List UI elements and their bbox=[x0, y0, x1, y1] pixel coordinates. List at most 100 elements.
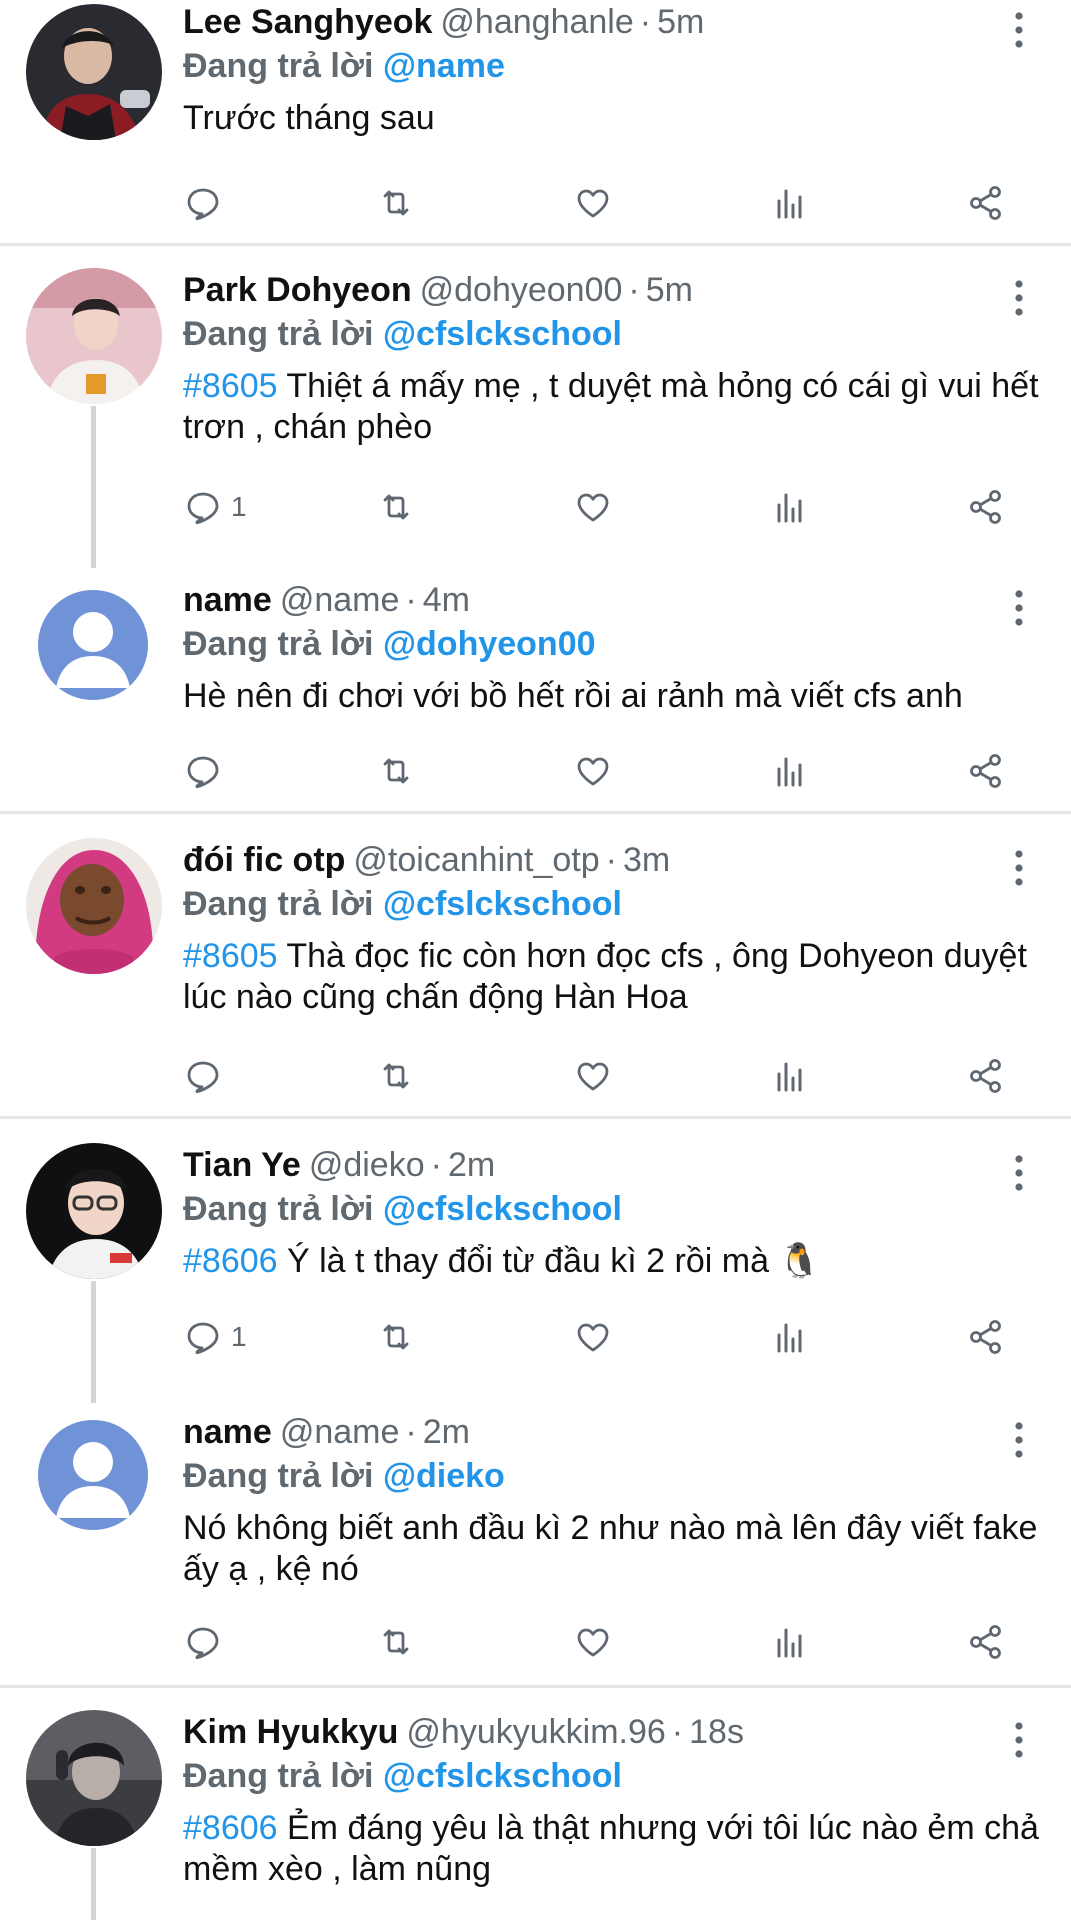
share-button[interactable] bbox=[966, 482, 1006, 532]
avatar[interactable] bbox=[26, 1143, 162, 1279]
reply-icon bbox=[183, 1622, 223, 1662]
like-button[interactable] bbox=[573, 1312, 613, 1362]
avatar[interactable] bbox=[26, 268, 162, 404]
user-handle[interactable]: @dieko bbox=[309, 1146, 425, 1184]
like-icon bbox=[573, 487, 613, 527]
share-icon bbox=[966, 1317, 1006, 1357]
hashtag-link[interactable]: #8606 bbox=[183, 1809, 278, 1847]
tweet[interactable]: name @name · 2m Đang trả lời @dieko Nó khôn… bbox=[0, 1410, 1071, 1685]
avatar[interactable] bbox=[38, 1420, 148, 1530]
reply-button[interactable] bbox=[183, 178, 231, 228]
stats-button[interactable] bbox=[769, 1051, 809, 1101]
user-handle[interactable]: @hanghanle bbox=[440, 3, 633, 41]
reply-button[interactable] bbox=[183, 1617, 231, 1667]
stats-icon bbox=[769, 751, 809, 791]
reply-icon bbox=[183, 751, 223, 791]
share-button[interactable] bbox=[966, 1312, 1006, 1362]
tweet[interactable]: đói fic otp @toicanhint_otp · 3m Đang trả l… bbox=[0, 838, 1071, 1116]
timestamp[interactable]: 5m bbox=[646, 271, 693, 309]
mention-link[interactable]: @cfslckschool bbox=[383, 885, 622, 923]
avatar[interactable] bbox=[26, 4, 162, 140]
avatar[interactable] bbox=[26, 838, 162, 974]
replying-to-label: Đang trả lời bbox=[183, 1757, 374, 1795]
share-icon bbox=[966, 1056, 1006, 1096]
display-name[interactable]: name bbox=[183, 581, 272, 619]
mention-link[interactable]: @cfslckschool bbox=[383, 1757, 622, 1795]
mention-link[interactable]: @dohyeon00 bbox=[383, 625, 596, 663]
share-button[interactable] bbox=[966, 178, 1006, 228]
stats-button[interactable] bbox=[769, 746, 809, 796]
share-button[interactable] bbox=[966, 1051, 1006, 1101]
like-button[interactable] bbox=[573, 746, 613, 796]
more-options-icon[interactable] bbox=[1011, 588, 1027, 628]
reply-button[interactable]: 1 bbox=[183, 1312, 247, 1362]
hashtag-link[interactable]: #8606 bbox=[183, 1242, 278, 1280]
tweet-actions bbox=[183, 178, 1047, 228]
reply-button[interactable]: 1 bbox=[183, 482, 247, 532]
retweet-button[interactable] bbox=[376, 1617, 416, 1667]
tweet[interactable]: name @name · 4m Đang trả lời @dohyeon00 Hè … bbox=[0, 578, 1071, 811]
like-button[interactable] bbox=[573, 1617, 613, 1667]
tweet[interactable]: Park Dohyeon @dohyeon00 · 5m Đang trả lời @… bbox=[0, 268, 1071, 568]
timestamp[interactable]: 18s bbox=[689, 1713, 744, 1751]
tweet[interactable]: Kim Hyukkyu @hyukyukkim.96 · 18s Đang trả l… bbox=[0, 1710, 1071, 1920]
timestamp[interactable]: 2m bbox=[448, 1146, 495, 1184]
retweet-button[interactable] bbox=[376, 178, 416, 228]
mention-link[interactable]: @dieko bbox=[383, 1457, 505, 1495]
more-options-icon[interactable] bbox=[1011, 1420, 1027, 1460]
avatar[interactable] bbox=[38, 590, 148, 700]
timestamp[interactable]: 3m bbox=[623, 841, 670, 879]
retweet-button[interactable] bbox=[376, 746, 416, 796]
tweet[interactable]: Tian Ye @dieko · 2m Đang trả lời @cfslcksch… bbox=[0, 1143, 1071, 1403]
replying-to-label: Đang trả lời bbox=[183, 47, 374, 85]
timestamp[interactable]: 5m bbox=[657, 3, 704, 41]
user-handle[interactable]: @name bbox=[280, 581, 400, 619]
more-options-icon[interactable] bbox=[1011, 278, 1027, 318]
more-options-icon[interactable] bbox=[1011, 1720, 1027, 1760]
display-name[interactable]: Lee Sanghyeok bbox=[183, 3, 432, 41]
display-name[interactable]: Park Dohyeon bbox=[183, 271, 412, 309]
user-handle[interactable]: @toicanhint_otp bbox=[353, 841, 599, 879]
hashtag-link[interactable]: #8605 bbox=[183, 937, 278, 975]
mention-link[interactable]: @cfslckschool bbox=[383, 315, 622, 353]
avatar[interactable] bbox=[26, 1710, 162, 1846]
more-options-icon[interactable] bbox=[1011, 10, 1027, 50]
retweet-button[interactable] bbox=[376, 1051, 416, 1101]
share-button[interactable] bbox=[966, 1617, 1006, 1667]
mention-link[interactable]: @cfslckschool bbox=[383, 1190, 622, 1228]
user-handle[interactable]: @dohyeon00 bbox=[420, 271, 623, 309]
like-button[interactable] bbox=[573, 1051, 613, 1101]
stats-button[interactable] bbox=[769, 1312, 809, 1362]
separator-dot: · bbox=[671, 1713, 684, 1751]
share-icon bbox=[966, 751, 1006, 791]
reply-icon bbox=[183, 183, 223, 223]
thread-line bbox=[91, 1848, 96, 1920]
user-handle[interactable]: @name bbox=[280, 1413, 400, 1451]
display-name[interactable]: đói fic otp bbox=[183, 841, 345, 879]
hashtag-link[interactable]: #8605 bbox=[183, 367, 278, 405]
tweet[interactable]: Lee Sanghyeok @hanghanle · 5m Đang trả lời … bbox=[0, 0, 1071, 243]
display-name[interactable]: name bbox=[183, 1413, 272, 1451]
retweet-button[interactable] bbox=[376, 1312, 416, 1362]
timestamp[interactable]: 4m bbox=[423, 581, 470, 619]
share-button[interactable] bbox=[966, 746, 1006, 796]
stats-button[interactable] bbox=[769, 482, 809, 532]
mention-link[interactable]: @name bbox=[383, 47, 505, 85]
more-options-icon[interactable] bbox=[1011, 848, 1027, 888]
display-name[interactable]: Kim Hyukkyu bbox=[183, 1713, 398, 1751]
reply-button[interactable] bbox=[183, 1051, 231, 1101]
more-options-icon[interactable] bbox=[1011, 1153, 1027, 1193]
tweet-text-content: Nó không biết anh đầu kì 2 như nào mà lê… bbox=[183, 1509, 1038, 1588]
like-button[interactable] bbox=[573, 178, 613, 228]
user-handle[interactable]: @hyukyukkim.96 bbox=[406, 1713, 665, 1751]
tweet-text: Hè nên đi chơi với bồ hết rồi ai rảnh mà… bbox=[183, 676, 1047, 717]
display-name[interactable]: Tian Ye bbox=[183, 1146, 301, 1184]
stats-button[interactable] bbox=[769, 178, 809, 228]
like-button[interactable] bbox=[573, 482, 613, 532]
stats-button[interactable] bbox=[769, 1617, 809, 1667]
reply-button[interactable] bbox=[183, 746, 231, 796]
stats-icon bbox=[769, 487, 809, 527]
timestamp[interactable]: 2m bbox=[423, 1413, 470, 1451]
retweet-button[interactable] bbox=[376, 482, 416, 532]
replying-to-label: Đang trả lời bbox=[183, 1457, 374, 1495]
